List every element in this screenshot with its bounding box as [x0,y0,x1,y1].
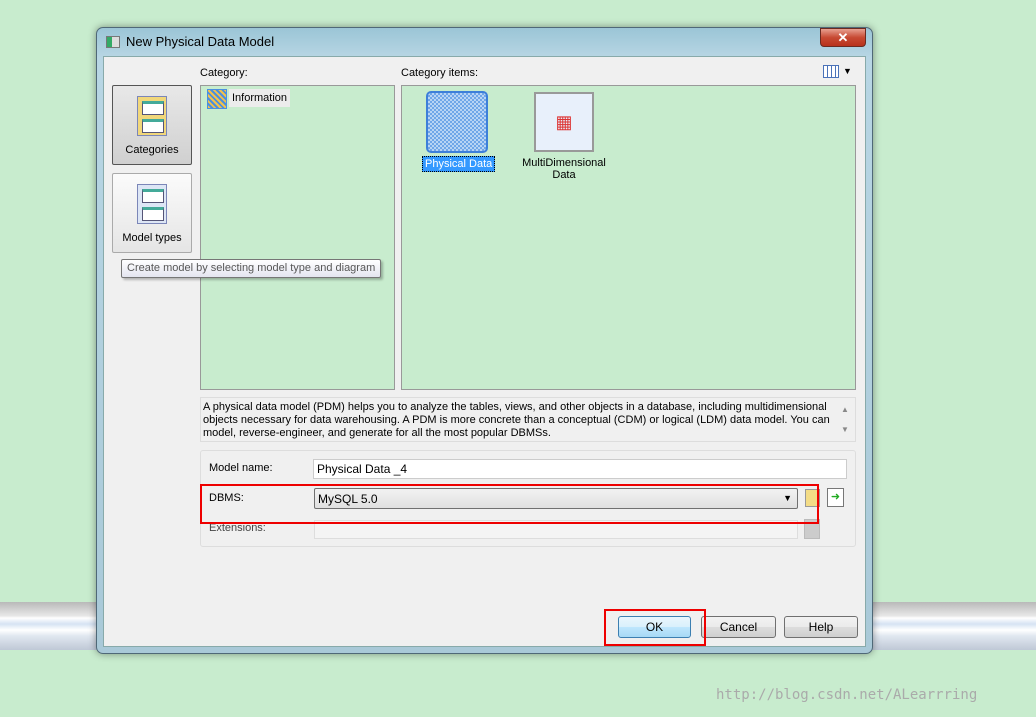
category-list[interactable]: Information [200,85,395,390]
import-dbms-icon[interactable]: ➜ [827,488,844,507]
view-mode-dropdown-arrow[interactable]: ▼ [843,66,852,76]
multidimensional-data-icon[interactable]: ▦ [534,92,594,152]
description-text: A physical data model (PDM) helps you to… [200,397,856,442]
view-mode-icon[interactable] [823,65,839,78]
help-button[interactable]: Help [784,616,858,638]
category-item-information[interactable]: Information [229,89,291,107]
physical-data-icon[interactable] [426,91,488,153]
window-title: New Physical Data Model [126,34,275,49]
item-multidimensional-line1: MultiDimensional [522,157,606,169]
app-icon [106,36,120,48]
dbms-highlight-box [200,484,819,524]
categories-label: Categories [125,144,179,156]
information-folder-icon [207,89,227,109]
ok-highlight-box [604,609,706,646]
item-multidimensional-line2: Data [552,169,576,181]
model-name-label: Model name: [209,462,273,474]
model-types-icon [137,184,167,224]
model-name-input[interactable] [313,459,847,479]
item-multidimensional-data-label[interactable]: MultiDimensional Data [514,157,614,181]
categories-icon [137,96,167,136]
cancel-button[interactable]: Cancel [701,616,776,638]
tooltip: Create model by selecting model type and… [121,259,382,278]
description-scrollbar[interactable]: ▲ ▼ [841,400,849,440]
item-physical-data-label[interactable]: Physical Data [422,156,496,172]
nav-model-types-button[interactable]: Model types [112,173,192,253]
category-items-label: Category items: [401,67,479,79]
category-items-list[interactable]: Physical Data ▦ MultiDimensional Data [401,85,856,390]
model-types-label: Model types [122,232,182,244]
category-label: Category: [200,67,248,79]
nav-categories-button[interactable]: Categories [112,85,192,165]
close-button[interactable]: ✕ [820,28,866,47]
watermark: http://blog.csdn.net/ALearrring [716,687,978,703]
